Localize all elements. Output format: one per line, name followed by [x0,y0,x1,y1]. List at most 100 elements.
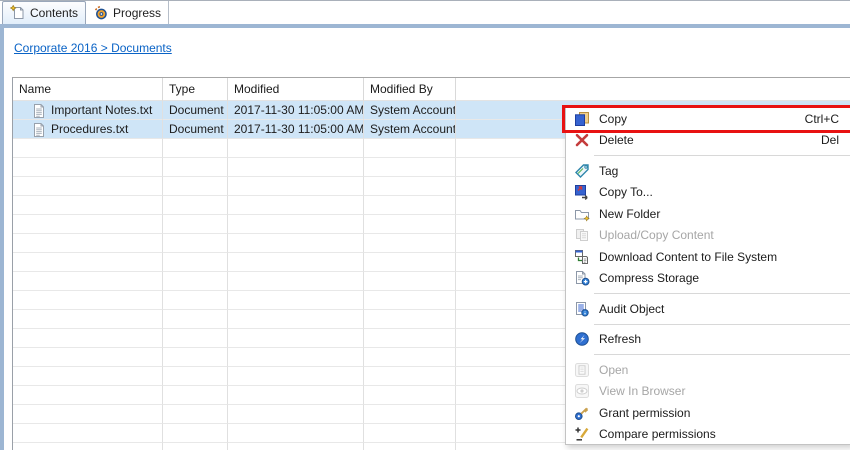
empty-cell [364,177,456,196]
empty-cell [228,158,364,177]
menu-item-shortcut: Ctrl+C [804,111,839,126]
menu-item-compare-permissions[interactable]: Compare permissions [566,424,850,446]
menu-item-delete[interactable]: Delete Del [566,130,850,152]
cell-name: Procedures.txt [13,120,163,139]
cell-modified-by: System Account [364,101,456,120]
empty-cell [13,196,163,215]
empty-cell [228,310,364,329]
document-icon [31,103,46,118]
menu-item-new-folder[interactable]: New Folder [566,203,850,225]
compare-permissions-icon [574,426,590,442]
tag-icon [574,163,590,179]
tab-label: Progress [113,5,162,20]
tab-label: Contents [30,6,79,20]
contents-tab-icon [10,5,26,21]
empty-cell [13,405,163,424]
empty-cell [364,386,456,405]
empty-cell [228,291,364,310]
tab-bar: Contents Progress [0,0,850,24]
empty-cell [13,291,163,310]
empty-cell [163,215,228,234]
empty-cell [364,348,456,367]
menu-item-label: New Folder [599,206,661,221]
empty-cell [13,234,163,253]
empty-cell [13,177,163,196]
empty-cell [228,443,364,450]
cell-type: Document [163,120,228,139]
empty-cell [163,234,228,253]
column-header-filler [456,78,850,101]
menu-item-tag[interactable]: Tag [566,160,850,182]
empty-cell [163,177,228,196]
breadcrumb-link[interactable]: Corporate 2016 > Documents [14,41,172,55]
menu-item-audit-object[interactable]: Audit Object [566,298,850,320]
copy-icon [574,111,590,127]
menu-separator [594,354,850,355]
delete-icon [574,132,590,148]
empty-cell [364,215,456,234]
tab-contents[interactable]: Contents [2,1,87,24]
compress-storage-icon [574,270,590,286]
menu-item-compress-storage[interactable]: Compress Storage [566,268,850,290]
cell-modified: 2017-11-30 11:05:00 AM [228,101,364,120]
tab-progress[interactable]: Progress [86,1,170,24]
menu-item-label: Refresh [599,332,642,347]
column-header-modified-by[interactable]: Modified By [364,78,456,101]
empty-cell [364,443,456,450]
menu-item-label: Tag [599,163,619,178]
column-header-modified[interactable]: Modified [228,78,364,101]
progress-tab-icon [93,5,109,21]
document-icon [31,122,46,137]
cell-modified: 2017-11-30 11:05:00 AM [228,120,364,139]
menu-item-shortcut: Del [820,133,839,148]
cell-modified-by: System Account [364,120,456,139]
empty-cell [13,139,163,158]
empty-cell [13,215,163,234]
empty-cell [13,272,163,291]
empty-cell [13,443,163,450]
upload-copy-content-icon [574,227,590,243]
menu-item-copy-to[interactable]: Copy To... [566,182,850,204]
menu-item-label: Copy To... [599,185,653,200]
empty-cell [163,329,228,348]
empty-cell [163,196,228,215]
menu-item-refresh[interactable]: Refresh [566,329,850,351]
download-content-icon [574,249,590,265]
empty-cell [228,234,364,253]
empty-cell [228,424,364,443]
empty-cell [163,291,228,310]
menu-item-label: Upload/Copy Content [599,228,714,243]
empty-cell [13,348,163,367]
menu-item-grant-permission[interactable]: Grant permission [566,402,850,424]
empty-cell [228,329,364,348]
grant-permission-icon [574,405,590,421]
menu-item-label: Delete [599,133,634,148]
audit-object-icon [574,301,590,317]
column-header-name[interactable]: Name [13,78,163,101]
empty-cell [228,177,364,196]
empty-cell [163,348,228,367]
menu-separator [594,293,850,294]
empty-cell [228,253,364,272]
empty-cell [364,310,456,329]
menu-item-copy[interactable]: Copy Ctrl+C [562,105,850,133]
empty-cell [163,386,228,405]
menu-item-download-content-to-file-system[interactable]: Download Content to File System [566,246,850,268]
empty-cell [228,272,364,291]
empty-cell [163,310,228,329]
empty-cell [228,196,364,215]
empty-cell [364,253,456,272]
empty-cell [364,139,456,158]
empty-cell [163,405,228,424]
menu-item-label: Open [599,362,629,377]
refresh-icon [574,331,590,347]
open-icon [574,362,590,378]
menu-item-label: Grant permission [599,405,691,420]
empty-cell [13,310,163,329]
empty-cell [13,386,163,405]
context-menu: Copy Ctrl+C Delete Del Tag Copy To... New Fold… [562,105,850,446]
frame-border-top [0,24,850,28]
copy-to-icon [574,184,590,201]
empty-cell [364,272,456,291]
column-header-type[interactable]: Type [163,78,228,101]
